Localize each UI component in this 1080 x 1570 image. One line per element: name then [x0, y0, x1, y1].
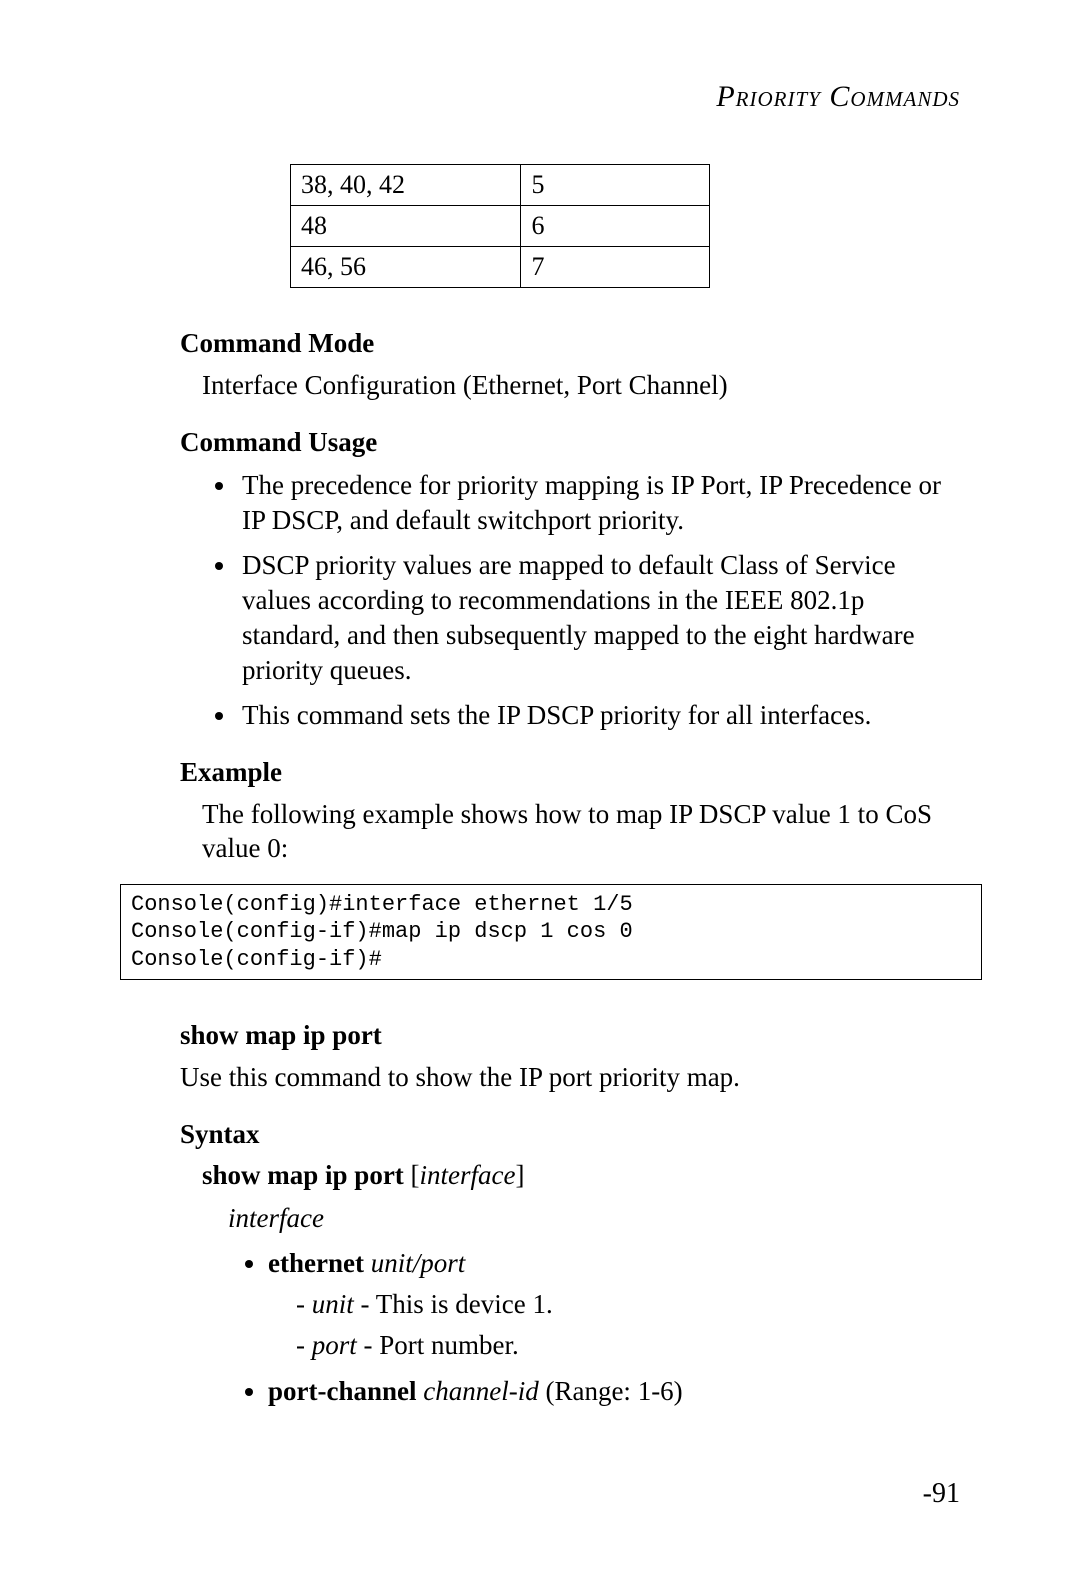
param-interface: interface — [228, 1203, 960, 1234]
syntax-command: show map ip port — [202, 1160, 404, 1190]
cos-cell: 5 — [521, 165, 710, 206]
ethernet-args: unit/port — [371, 1248, 466, 1278]
params-list: ethernet unit/port unit - This is device… — [240, 1244, 960, 1411]
unit-label: unit — [312, 1289, 354, 1319]
port-desc: - Port number. — [357, 1330, 519, 1360]
ethernet-keyword: ethernet — [268, 1248, 364, 1278]
usage-bullet: The precedence for priority mapping is I… — [238, 468, 960, 538]
show-map-heading: show map ip port — [180, 1020, 960, 1051]
table-row: 48 6 — [291, 206, 710, 247]
command-usage-list: The precedence for priority mapping is I… — [210, 468, 960, 734]
unit-desc: - This is device 1. — [354, 1289, 553, 1319]
cos-cell: 7 — [521, 247, 710, 288]
usage-bullet: DSCP priority values are mapped to defau… — [238, 548, 960, 688]
example-intro: The following example shows how to map I… — [202, 798, 960, 866]
example-heading: Example — [180, 757, 960, 788]
channel-id-arg: channel-id — [423, 1376, 538, 1406]
port-channel-keyword: port-channel — [268, 1376, 417, 1406]
page-number: -91 — [923, 1478, 960, 1510]
table-row: 38, 40, 42 5 — [291, 165, 710, 206]
channel-id-range: (Range: 1-6) — [539, 1376, 683, 1406]
page: Priority Commands 38, 40, 42 5 48 6 46, … — [0, 0, 1080, 1570]
show-map-desc: Use this command to show the IP port pri… — [180, 1061, 960, 1095]
cos-cell: 6 — [521, 206, 710, 247]
command-mode-heading: Command Mode — [180, 328, 960, 359]
syntax-param: interface — [420, 1160, 516, 1190]
command-usage-heading: Command Usage — [180, 427, 960, 458]
ethernet-subparams: unit - This is device 1. port - Port num… — [296, 1285, 960, 1365]
port-label: port — [312, 1330, 357, 1360]
command-mode-text: Interface Configuration (Ethernet, Port … — [202, 369, 960, 403]
usage-bullet: This command sets the IP DSCP priority f… — [238, 698, 960, 733]
dscp-table: 38, 40, 42 5 48 6 46, 56 7 — [290, 164, 710, 288]
syntax-line: show map ip port [interface] — [202, 1160, 960, 1191]
param-ethernet: ethernet unit/port unit - This is device… — [268, 1244, 960, 1365]
dscp-cell: 46, 56 — [291, 247, 521, 288]
dscp-cell: 48 — [291, 206, 521, 247]
syntax-bracket-open: [ — [411, 1160, 420, 1190]
syntax-bracket-close: ] — [516, 1160, 525, 1190]
param-port-channel: port-channel channel-id (Range: 1-6) — [268, 1372, 960, 1411]
example-code: Console(config)#interface ethernet 1/5 C… — [120, 884, 982, 981]
syntax-heading: Syntax — [180, 1119, 960, 1150]
table-row: 46, 56 7 — [291, 247, 710, 288]
dscp-cell: 38, 40, 42 — [291, 165, 521, 206]
page-header: Priority Commands — [180, 80, 960, 114]
port-line: port - Port number. — [296, 1326, 960, 1365]
unit-line: unit - This is device 1. — [296, 1285, 960, 1324]
